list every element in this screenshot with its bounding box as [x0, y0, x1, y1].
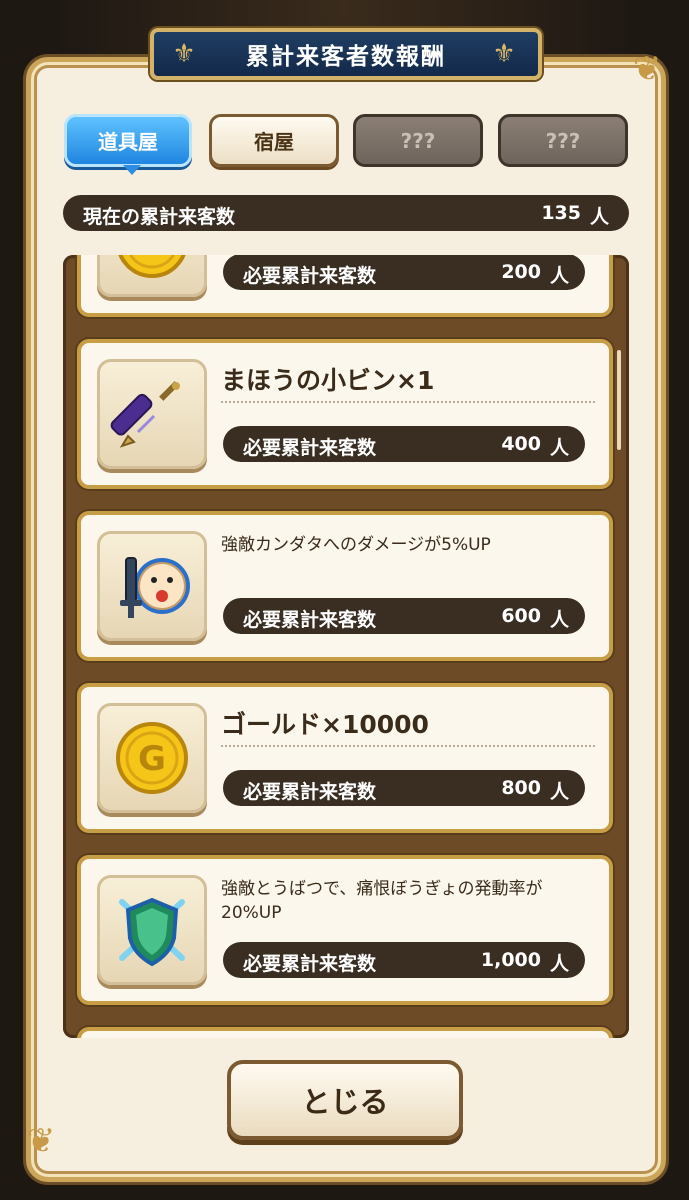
corner-ornament-icon: ❦ — [632, 49, 662, 89]
reward-name: まほうの小ビン×1 — [221, 366, 435, 395]
requirement-bar: 必要累計来客数 200 人 — [223, 255, 585, 290]
requirement-bar: 必要累計来客数 400 人 — [223, 426, 585, 462]
close-button[interactable]: とじる — [227, 1060, 463, 1140]
reward-list[interactable]: G 必要累計来客数 200 人 まほうの小ビン×1 必要累計来客数 400 人 — [63, 255, 629, 1038]
reward-icon-tile — [97, 359, 207, 469]
page-title: 累計来客者数報酬 — [246, 44, 446, 70]
tab-locked[interactable]: ??? — [498, 114, 628, 167]
svg-text:G: G — [138, 255, 166, 263]
reward-icon-tile — [97, 875, 207, 985]
reward-card: G 必要累計来客数 200 人 — [77, 255, 613, 317]
count-value: 135 — [541, 202, 581, 224]
requirement-unit: 人 — [549, 437, 569, 459]
reward-name: ゴールド×10000 — [221, 710, 429, 739]
requirement-bar: 必要累計来客数 800 人 — [223, 770, 585, 806]
reward-card — [77, 1027, 613, 1038]
reward-card: 強敵とうばつで、痛恨ぼうぎょの発動率が20%UP 必要累計来客数 1,000 人 — [77, 855, 613, 1005]
svg-text:G: G — [138, 739, 166, 779]
count-label: 現在の累計来客数 — [83, 206, 236, 228]
tab-label: ??? — [545, 128, 581, 153]
reward-icon-tile — [97, 531, 207, 641]
requirement-value: 800 — [501, 777, 541, 799]
fleur-de-lis-icon: ⚜ — [172, 39, 196, 69]
tab-item-shop[interactable]: 道具屋 — [64, 114, 192, 175]
divider — [221, 401, 595, 403]
requirement-label: 必要累計来客数 — [243, 609, 377, 631]
requirement-value: 600 — [501, 605, 541, 627]
tab-label: 宿屋 — [254, 130, 294, 154]
requirement-label: 必要累計来客数 — [243, 437, 377, 459]
defense-shield-icon — [119, 897, 185, 967]
kandata-damage-icon — [120, 557, 190, 618]
requirement-bar: 必要累計来客数 600 人 — [223, 598, 585, 634]
requirement-value: 1,000 — [480, 949, 541, 971]
close-button-label: とじる — [301, 1085, 389, 1119]
requirement-unit: 人 — [549, 609, 569, 631]
requirement-unit: 人 — [549, 781, 569, 803]
requirement-bar: 必要累計来客数 1,000 人 — [223, 942, 585, 978]
requirement-label: 必要累計来客数 — [243, 953, 377, 975]
tab-locked[interactable]: ??? — [353, 114, 483, 167]
reward-card: G ゴールド×10000 必要累計来客数 800 人 — [77, 683, 613, 833]
reward-icon-tile: G — [97, 255, 207, 297]
current-visitor-count: 現在の累計来客数 135 人 — [63, 195, 629, 231]
tab-inn[interactable]: 宿屋 — [209, 114, 339, 167]
reward-card: まほうの小ビン×1 必要累計来客数 400 人 — [77, 339, 613, 489]
requirement-label: 必要累計来客数 — [243, 781, 377, 803]
requirement-label: 必要累計来客数 — [243, 265, 377, 287]
count-unit: 人 — [589, 206, 609, 228]
tab-label: ??? — [400, 128, 436, 153]
requirement-value: 200 — [501, 261, 541, 283]
corner-ornament-icon: ❦ — [26, 1121, 56, 1161]
reward-description: 強敵とうばつで、痛恨ぼうぎょの発動率が20%UP — [221, 879, 543, 923]
tab-label: 道具屋 — [98, 130, 158, 154]
divider — [221, 745, 595, 747]
scrollbar[interactable] — [617, 350, 621, 450]
requirement-unit: 人 — [549, 953, 569, 975]
magic-vial-icon — [110, 381, 180, 448]
title-banner: 累計来客者数報酬 — [150, 28, 542, 80]
reward-description: 強敵カンダタへのダメージが5%UP — [221, 535, 491, 555]
requirement-unit: 人 — [549, 265, 569, 287]
requirement-value: 400 — [501, 433, 541, 455]
gold-coin-icon: G — [118, 255, 186, 278]
fleur-de-lis-icon: ⚜ — [492, 39, 516, 69]
reward-icon-tile: G — [97, 703, 207, 813]
gold-coin-icon: G — [116, 722, 188, 794]
reward-card: 強敵カンダタへのダメージが5%UP 必要累計来客数 600 人 — [77, 511, 613, 661]
